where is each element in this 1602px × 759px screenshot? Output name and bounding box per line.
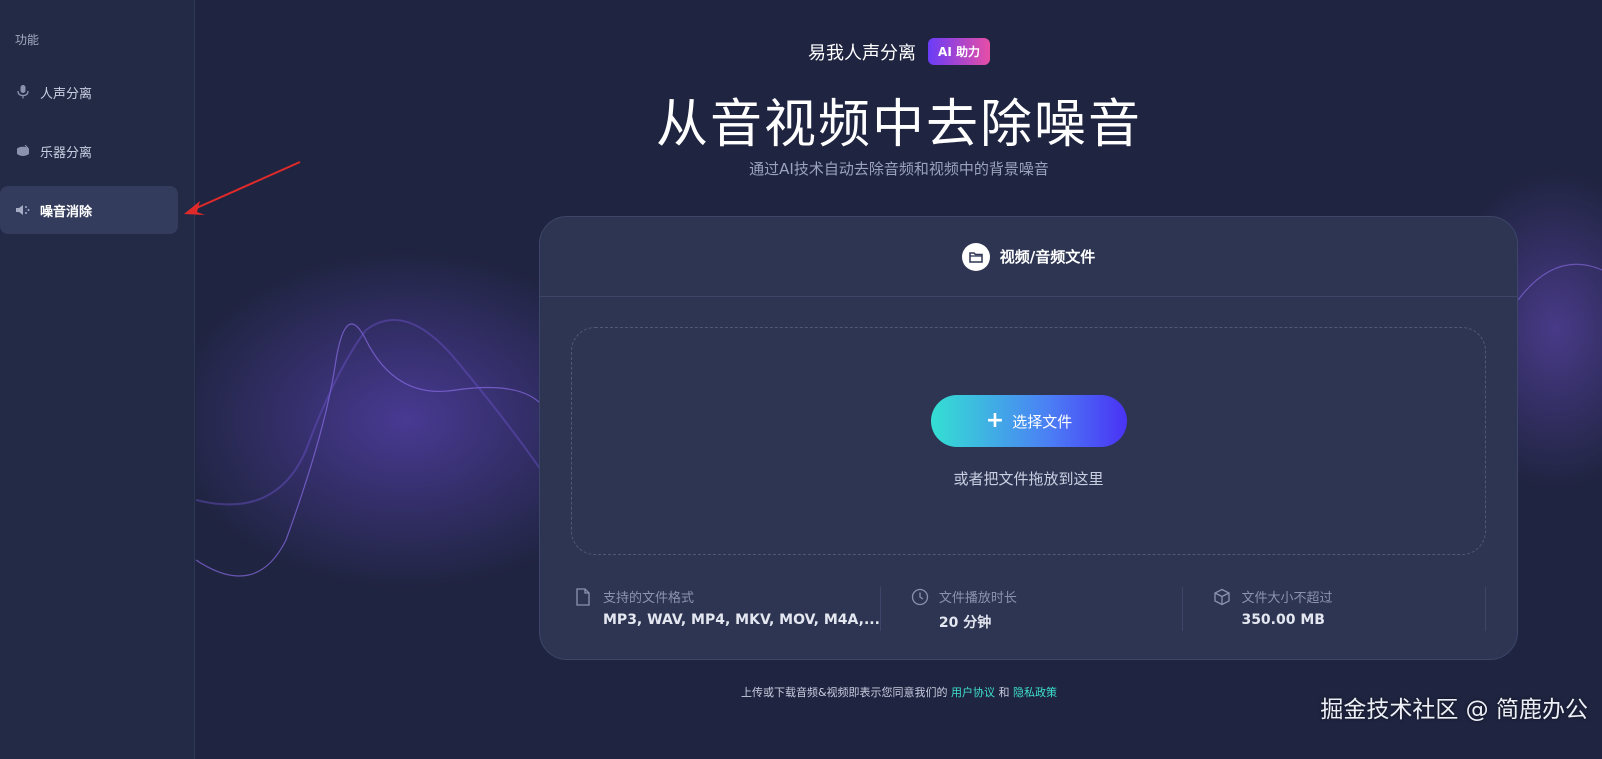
folder-icon [961, 242, 990, 271]
ai-badge: AI 助力 [928, 38, 990, 65]
select-file-label: 选择文件 [1012, 412, 1073, 431]
info-label: 文件播放时长 [938, 591, 1017, 606]
info-value: 20 分钟 [938, 615, 992, 631]
speaker-noise-icon [16, 203, 30, 217]
info-value: MP3, WAV, MP4, MKV, MOV, M4A,... [603, 612, 880, 628]
tab-label: 视频/音频文件 [999, 248, 1096, 266]
info-supported-formats: 支持的文件格式 MP3, WAV, MP4, MKV, MOV, M4A,... [571, 587, 881, 631]
file-icon [575, 588, 593, 606]
sidebar: 功能 人声分离 乐器分离 噪音消除 [0, 0, 195, 759]
main-content: 易我人声分离 AI 助力 从音视频中去除噪音 通过AI技术自动去除音频和视频中的… [196, 0, 1602, 759]
sidebar-item-label: 人声分离 [40, 86, 93, 102]
file-requirements: 支持的文件格式 MP3, WAV, MP4, MKV, MOV, M4A,...… [571, 587, 1486, 631]
footer-and: 和 [998, 686, 1010, 699]
brand-name: 易我人声分离 [808, 42, 917, 64]
privacy-link[interactable]: 隐私政策 [1013, 686, 1057, 699]
brand-row: 易我人声分离 AI 助力 [196, 38, 1602, 65]
info-label: 支持的文件格式 [603, 591, 695, 606]
watermark: 掘金技术社区 @ 简鹿办公 [1320, 697, 1588, 723]
tab-video-audio-file[interactable]: 视频/音频文件 [540, 217, 1517, 297]
app-window: 功能 人声分离 乐器分离 噪音消除 易我人声分离 AI 助力 从音视频中去除噪音… [0, 0, 1602, 759]
footer-text: 上传或下载音频&视频即表示您同意我们的 [740, 686, 948, 699]
select-file-button[interactable]: + 选择文件 [931, 395, 1127, 447]
terms-link[interactable]: 用户协议 [951, 686, 995, 699]
sidebar-item-vocal-separation[interactable]: 人声分离 [0, 68, 178, 116]
sidebar-item-label: 噪音消除 [40, 204, 93, 220]
box-icon [1213, 588, 1231, 606]
page-title: 从音视频中去除噪音 [655, 95, 1142, 155]
upload-card: 视频/音频文件 + 选择文件 或者把文件拖放到这里 支持的文件格式 MP3, W… [539, 216, 1518, 660]
file-drop-zone[interactable]: + 选择文件 或者把文件拖放到这里 [571, 327, 1486, 555]
drop-hint: 或者把文件拖放到这里 [953, 470, 1104, 488]
sidebar-item-label: 乐器分离 [40, 145, 93, 161]
sidebar-heading: 功能 [15, 33, 40, 47]
annotation-arrow-icon [184, 161, 301, 215]
info-label: 文件大小不超过 [1241, 591, 1333, 606]
sidebar-item-noise-removal[interactable]: 噪音消除 [0, 186, 178, 234]
sidebar-item-instrument-separation[interactable]: 乐器分离 [0, 127, 178, 175]
clock-icon [911, 588, 929, 606]
info-duration: 文件播放时长 20 分钟 [881, 587, 1184, 631]
page-subtitle: 通过AI技术自动去除音频和视频中的背景噪音 [749, 160, 1049, 178]
drum-icon [16, 144, 30, 158]
info-value: 350.00 MB [1241, 612, 1325, 628]
info-max-size: 文件大小不超过 350.00 MB [1183, 587, 1486, 631]
microphone-icon [16, 85, 30, 99]
plus-icon: + [985, 408, 1005, 433]
